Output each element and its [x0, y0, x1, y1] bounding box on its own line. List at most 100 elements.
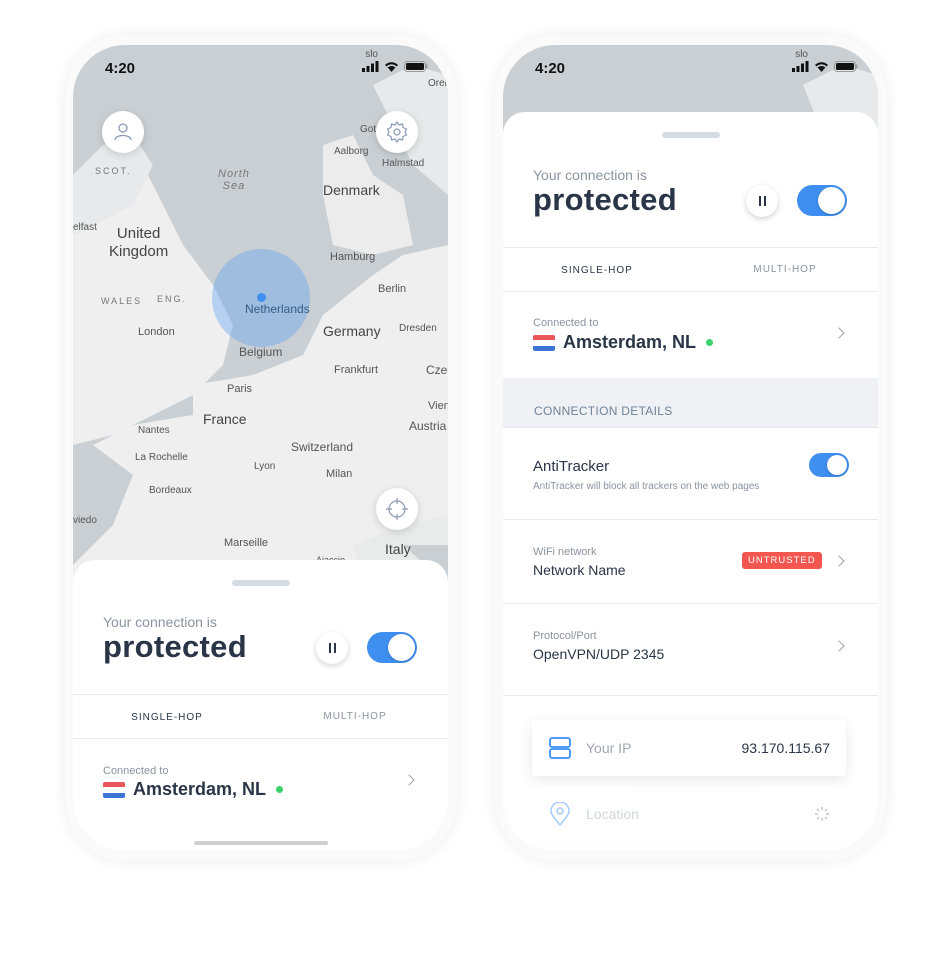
signal-icon	[362, 61, 379, 72]
map-label: WALES	[101, 296, 143, 306]
signal-icon	[792, 61, 809, 72]
status-icons	[362, 61, 428, 72]
tab-multi-hop[interactable]: MULTI-HOP	[725, 264, 845, 275]
status-carrier: slo	[365, 49, 378, 60]
user-icon	[114, 123, 132, 141]
divider	[503, 695, 878, 696]
pause-button[interactable]	[746, 185, 778, 217]
untrusted-badge: UNTRUSTED	[742, 552, 822, 569]
map[interactable]: North Sea SCOT. elfast United Kingdom WA…	[73, 45, 448, 605]
phone-map-view: North Sea SCOT. elfast United Kingdom WA…	[65, 35, 457, 861]
status-dot	[706, 339, 714, 346]
map-label: Milan	[326, 468, 353, 480]
screen: 4:20 slo Your connection is protected SI…	[503, 45, 878, 851]
sheet-handle[interactable]	[661, 132, 720, 138]
divider	[503, 291, 878, 292]
map-label: Switzerland	[291, 440, 354, 454]
ip-card: Your IP 93.170.115.67	[532, 720, 846, 776]
tab-single-hop[interactable]: SINGLE-HOP	[107, 712, 227, 723]
tab-single-hop[interactable]: SINGLE-HOP	[537, 265, 657, 276]
netherlands-flag-icon	[533, 335, 555, 351]
map-label: elfast	[73, 222, 97, 233]
home-indicator	[194, 841, 328, 845]
details-sheet: Your connection is protected SINGLE-HOP …	[503, 112, 878, 851]
map-label: Netherlands	[245, 302, 310, 316]
settings-button[interactable]	[376, 111, 418, 153]
loading-spinner-icon	[815, 807, 829, 821]
connection-state: protected	[533, 182, 677, 217]
map-label: Got	[360, 124, 377, 135]
map-label: United Kingdom	[109, 225, 169, 260]
connected-to-label: Connected to	[533, 317, 599, 329]
battery-icon	[834, 61, 858, 72]
map-label: Nantes	[138, 425, 170, 436]
map-label: Orel	[428, 78, 447, 89]
chevron-right-icon	[833, 327, 845, 339]
pause-icon	[758, 196, 761, 206]
divider	[73, 694, 448, 695]
map-label: Czec	[426, 363, 448, 377]
vpn-toggle[interactable]	[367, 632, 417, 663]
map-label: London	[138, 326, 175, 338]
map-label: Vien	[428, 400, 448, 412]
protocol-label: Protocol/Port	[533, 630, 597, 642]
wifi-label: WiFi network	[533, 546, 597, 558]
battery-icon	[404, 61, 428, 72]
location-label: Location	[586, 806, 639, 822]
netherlands-flag-icon	[103, 782, 125, 798]
map-label: Dresden	[399, 323, 437, 334]
map-label: La Rochelle	[135, 452, 188, 463]
connected-to-label: Connected to	[103, 765, 169, 777]
antitracker-title: AntiTracker	[533, 458, 610, 475]
sheet-handle[interactable]	[231, 580, 290, 586]
divider	[503, 603, 878, 604]
connection-state: protected	[103, 629, 247, 664]
map-label: Halmstad	[382, 158, 425, 169]
connection-sheet: Your connection is protected SINGLE-HOP …	[73, 560, 448, 851]
map-label: Italy	[385, 541, 411, 557]
pause-button[interactable]	[316, 632, 348, 664]
screen: North Sea SCOT. elfast United Kingdom WA…	[73, 45, 448, 851]
tab-multi-hop[interactable]: MULTI-HOP	[295, 711, 415, 722]
wifi-icon	[815, 62, 828, 72]
server-city: Amsterdam, NL	[563, 332, 697, 352]
status-time: 4:20	[105, 60, 136, 77]
status-icons	[792, 61, 858, 72]
divider	[503, 247, 878, 248]
ip-label: Your IP	[586, 740, 632, 756]
account-button[interactable]	[102, 111, 144, 153]
connection-label: Your connection is	[103, 614, 217, 630]
map-label: Bordeaux	[149, 485, 192, 496]
status-time: 4:20	[535, 60, 566, 77]
antitracker-toggle[interactable]	[809, 453, 849, 477]
map-label: Hamburg	[330, 251, 376, 263]
location-card: Location	[532, 786, 846, 842]
ip-value: 93.170.115.67	[741, 740, 831, 756]
map-label: Belgium	[239, 345, 283, 359]
chevron-right-icon	[833, 555, 845, 567]
map-label: Germany	[323, 323, 381, 339]
map-label: Frankfurt	[334, 364, 379, 376]
status-carrier: slo	[795, 49, 808, 60]
section-title: CONNECTION DETAILS	[534, 404, 673, 418]
vpn-toggle[interactable]	[797, 185, 847, 216]
chevron-right-icon	[403, 774, 415, 786]
map-label: viedo	[73, 515, 97, 526]
phone-details-view: 4:20 slo Your connection is protected SI…	[495, 35, 887, 861]
map-label: Paris	[227, 383, 253, 395]
status-dot	[276, 786, 284, 793]
chevron-right-icon	[833, 640, 845, 652]
location-dot	[257, 293, 266, 302]
map-label: Lyon	[254, 461, 276, 472]
pause-icon	[328, 643, 331, 653]
divider	[503, 519, 878, 520]
wifi-icon	[385, 62, 398, 72]
server-city: Amsterdam, NL	[133, 779, 267, 799]
crosshair-icon	[386, 498, 408, 520]
map-label: North Sea	[218, 168, 250, 192]
server-icon	[549, 737, 571, 759]
map-label: Denmark	[323, 182, 380, 198]
protocol-value: OpenVPN/UDP 2345	[533, 646, 665, 662]
center-location-button[interactable]	[376, 488, 418, 530]
wifi-value: Network Name	[533, 562, 626, 578]
